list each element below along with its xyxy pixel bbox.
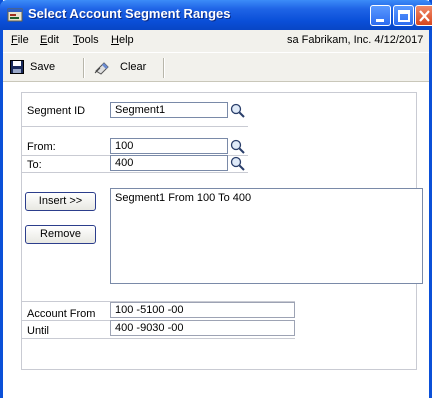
from-label: From: [27,141,56,153]
maximize-icon[interactable] [393,5,414,26]
toolbar-separator [83,58,85,78]
magnifier-icon[interactable] [229,155,246,171]
remove-button[interactable]: Remove [25,225,96,244]
to-field[interactable]: 400 [110,155,228,171]
company-date-status: sa Fabrikam, Inc. 4/12/2017 [287,34,424,46]
title-bar: Select Account Segment Ranges [0,0,432,30]
account-from-value: 100 -5100 -00 [110,302,295,318]
to-label: To: [27,159,42,171]
until-value: 400 -9030 -00 [110,320,295,336]
separator-line [21,126,248,127]
insert-button[interactable]: Insert >> [25,192,96,211]
magnifier-icon[interactable] [229,138,246,154]
window-icon [7,7,23,23]
floppy-disk-icon [10,60,24,77]
separator-line [21,338,295,339]
menu-help[interactable]: Help [111,34,134,46]
save-button[interactable]: Save [8,59,64,77]
until-label: Until [27,325,50,337]
minimize-icon[interactable] [370,5,391,26]
account-from-label: Account From [27,308,96,320]
content-area: Segment ID Segment1 From: 100 To: 400 In… [3,82,429,398]
eraser-icon [94,60,110,78]
from-field[interactable]: 100 [110,138,228,154]
clear-label: Clear [120,61,147,73]
menu-edit[interactable]: Edit [40,34,59,46]
menu-bar: File Edit Tools Help sa Fabrikam, Inc. 4… [3,30,429,52]
insert-label: Insert >> [38,195,83,207]
segment-id-label: Segment ID [27,105,86,117]
segment-id-field[interactable]: Segment1 [110,102,228,118]
clear-button[interactable]: Clear [92,59,152,77]
menu-file[interactable]: File [11,34,29,46]
save-label: Save [30,61,56,73]
toolbar-separator [163,58,165,78]
separator-line [21,172,248,173]
close-icon[interactable] [415,5,432,26]
window-title: Select Account Segment Ranges [28,6,231,21]
toolbar: Save Clear [3,52,429,82]
menu-tools[interactable]: Tools [73,34,99,46]
magnifier-icon[interactable] [229,102,246,118]
remove-label: Remove [40,228,81,240]
segment-ranges-list[interactable]: Segment1 From 100 To 400 [110,188,423,284]
